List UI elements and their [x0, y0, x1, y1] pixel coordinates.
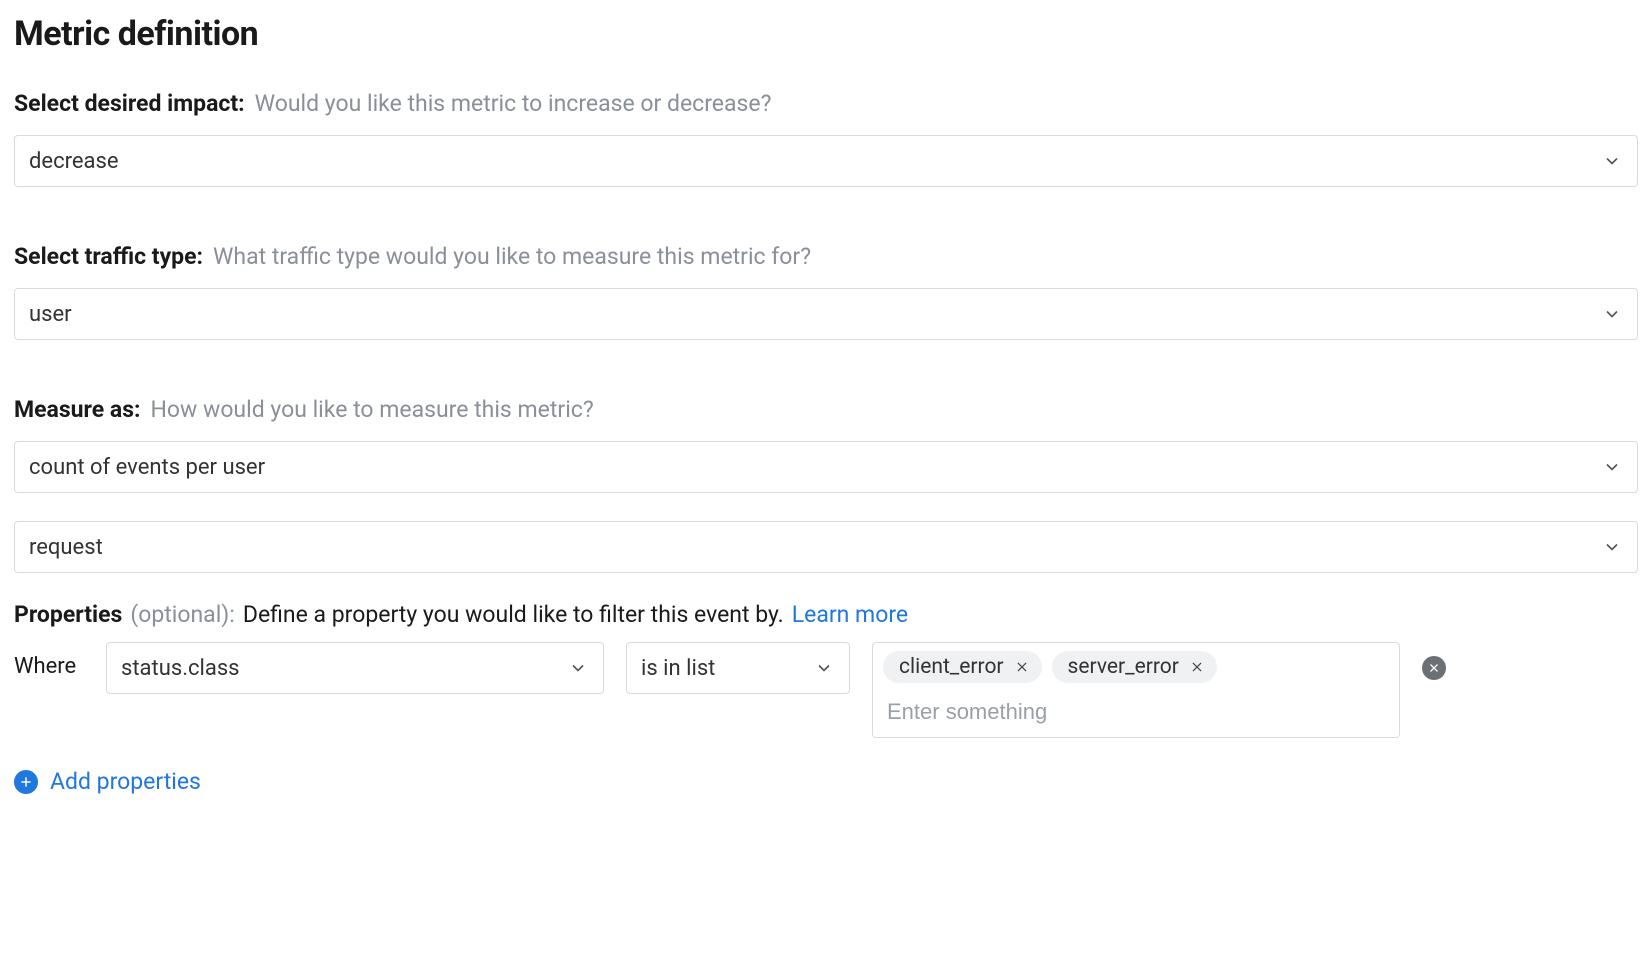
measure-select[interactable]: count of events per user — [14, 441, 1638, 493]
page-title: Metric definition — [14, 14, 1638, 54]
event-select[interactable]: request — [14, 521, 1638, 573]
learn-more-link[interactable]: Learn more — [792, 601, 908, 628]
measure-hint: How would you like to measure this metri… — [151, 396, 594, 423]
properties-hint: Define a property you would like to filt… — [243, 601, 784, 628]
plus-icon — [14, 770, 38, 794]
filter-property-value: status.class — [121, 656, 240, 681]
filter-value-tag-label: client_error — [899, 655, 1004, 679]
properties-optional: (optional): — [130, 601, 235, 628]
filter-values-text-input[interactable] — [883, 693, 1389, 727]
properties-label: Properties — [14, 601, 122, 628]
remove-tag-icon[interactable] — [1189, 659, 1205, 675]
add-properties-button[interactable]: Add properties — [14, 768, 201, 795]
filter-operator-select[interactable]: is in list — [626, 642, 850, 694]
impact-select[interactable]: decrease — [14, 135, 1638, 187]
event-select-value: request — [29, 535, 103, 560]
traffic-hint: What traffic type would you like to meas… — [213, 243, 811, 270]
chevron-down-icon — [567, 657, 589, 679]
chevron-down-icon — [1601, 303, 1623, 325]
traffic-select-value: user — [29, 302, 72, 327]
traffic-field: Select traffic type: What traffic type w… — [14, 243, 1638, 340]
impact-hint: Would you like this metric to increase o… — [255, 90, 772, 117]
filter-operator-value: is in list — [641, 656, 715, 681]
traffic-label: Select traffic type: — [14, 243, 203, 270]
measure-label: Measure as: — [14, 396, 141, 423]
filter-value-tag: server_error — [1052, 651, 1217, 683]
filter-value-tag-label: server_error — [1068, 655, 1179, 679]
impact-select-value: decrease — [29, 149, 119, 174]
impact-field: Select desired impact: Would you like th… — [14, 90, 1638, 187]
impact-label: Select desired impact: — [14, 90, 245, 117]
traffic-select[interactable]: user — [14, 288, 1638, 340]
chevron-down-icon — [813, 657, 835, 679]
chevron-down-icon — [1601, 150, 1623, 172]
measure-field: Measure as: How would you like to measur… — [14, 396, 1638, 573]
remove-tag-icon[interactable] — [1014, 659, 1030, 675]
where-label: Where — [14, 642, 84, 679]
chevron-down-icon — [1601, 536, 1623, 558]
remove-filter-button[interactable] — [1422, 656, 1446, 680]
add-properties-label: Add properties — [50, 768, 201, 795]
filter-value-tag: client_error — [883, 651, 1042, 683]
filter-row: Where status.class is in list client_err… — [14, 642, 1638, 738]
filter-property-select[interactable]: status.class — [106, 642, 604, 694]
filter-values-input[interactable]: client_error server_error — [872, 642, 1400, 738]
chevron-down-icon — [1601, 456, 1623, 478]
measure-select-value: count of events per user — [29, 455, 265, 480]
properties-header: Properties (optional): Define a property… — [14, 601, 1638, 628]
